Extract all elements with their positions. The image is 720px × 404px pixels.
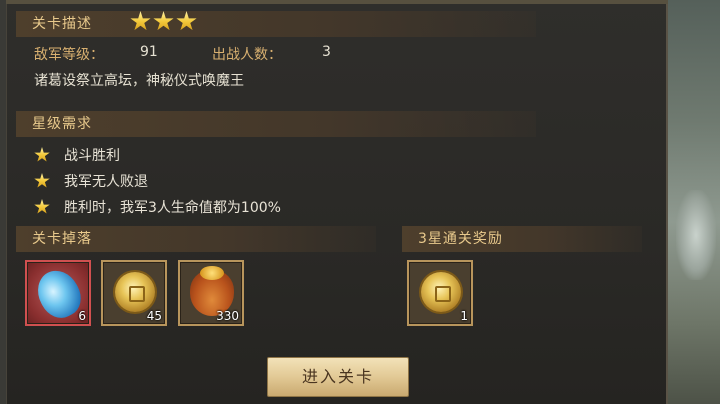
requirement-item: 我军无人败退 [34, 171, 148, 191]
item-count: 45 [146, 309, 162, 323]
stage-description-text: 诸葛设祭立高坛，神秘仪式唤魔王 [34, 73, 244, 89]
enter-stage-button[interactable]: 进入关卡 [267, 357, 409, 397]
star-icon [153, 11, 174, 31]
stage-drops-title: 关卡掉落 [32, 231, 92, 247]
stage-description-header: 关卡描述 [16, 11, 536, 37]
star-icon [34, 199, 50, 214]
requirement-text: 战斗胜利 [64, 148, 120, 164]
enemy-level-label: 敌军等级： [34, 47, 104, 63]
three-star-reward-header: 3星通关奖励 [402, 226, 642, 252]
item-count: 1 [460, 309, 468, 323]
troops-label: 出战人数： [212, 47, 282, 63]
star-icon [34, 173, 50, 188]
item-count: 6 [78, 309, 86, 323]
star-icon [34, 147, 50, 162]
three-star-reward-title: 3星通关奖励 [418, 231, 503, 247]
enemy-level-value: 91 [140, 44, 158, 60]
requirement-item: 胜利时，我军3人生命值都为100% [34, 197, 281, 217]
reward-item-slot[interactable]: 1 [407, 260, 473, 326]
star-icon [130, 11, 151, 31]
star-icon [176, 11, 197, 31]
gold-coin-icon [115, 272, 155, 312]
star-requirements-header: 星级需求 [16, 111, 536, 137]
stage-star-rating [130, 11, 197, 37]
stage-description-title: 关卡描述 [32, 16, 92, 32]
stage-drops-header: 关卡掉落 [16, 226, 376, 252]
star-requirements-title: 星级需求 [32, 116, 92, 132]
item-count: 330 [216, 309, 239, 323]
troops-value: 3 [322, 44, 331, 60]
drop-item-slot[interactable]: 45 [101, 260, 167, 326]
requirement-text: 胜利时，我军3人生命值都为100% [64, 200, 281, 216]
gold-coin-icon [421, 272, 461, 312]
requirement-text: 我军无人败退 [64, 174, 148, 190]
requirement-item: 战斗胜利 [34, 145, 120, 165]
background-scenery [668, 0, 720, 404]
panel-top-border [6, 0, 668, 4]
drop-item-slot[interactable]: 330 [178, 260, 244, 326]
drop-item-slot[interactable]: 6 [25, 260, 91, 326]
